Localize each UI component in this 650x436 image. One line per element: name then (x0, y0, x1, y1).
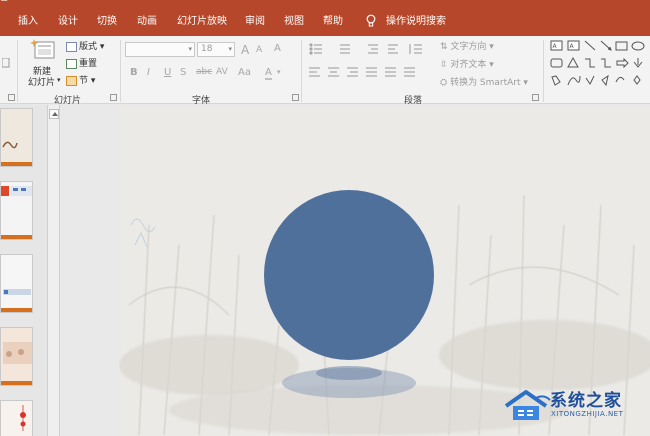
ribbon-home: 新建 幻灯片 ▾ 版式 ▾ 重置 节 ▾ 幻灯片 ▾ 18 ▾ A A A B … (0, 36, 650, 106)
slide-canvas[interactable]: 系统之家 XITONGZHIJIA.NET (119, 105, 650, 436)
new-slide-button[interactable]: 新建 幻灯片 ▾ (28, 38, 61, 90)
layout-button[interactable]: 版式 ▾ (66, 39, 104, 52)
slide-thumbnail-content (1, 401, 32, 436)
slide-thumbnail-3[interactable] (0, 254, 33, 313)
align-text-label: 对齐文本 (450, 60, 487, 70)
underline-button[interactable]: U (164, 67, 171, 78)
watermark-main-text: 系统之家 (550, 391, 622, 411)
grow-font-button[interactable]: A (241, 43, 249, 57)
paragraph-launcher[interactable] (532, 94, 539, 101)
slide-thumbnail-content (1, 109, 32, 166)
align-text-button[interactable]: ⇳ 对齐文本 ▾ (440, 57, 494, 70)
ribbon-tab-bar: ≡ 插入 设计 切换 动画 幻灯片放映 审阅 视图 帮助 操作说明搜索 (0, 0, 650, 36)
powerpoint-window: ≡ 插入 设计 切换 动画 幻灯片放映 审阅 视图 帮助 操作说明搜索 (0, 0, 650, 436)
new-slide-icon (30, 39, 55, 59)
shadow-button[interactable]: S (180, 67, 186, 78)
separator (301, 40, 302, 102)
text-direction-label: 文字方向 (450, 42, 487, 52)
font-size-combo[interactable]: 18 ▾ (197, 42, 235, 57)
smartart-label: 转换为 SmartArt (450, 78, 521, 88)
separator (543, 40, 544, 102)
clipboard-launcher[interactable] (8, 94, 15, 101)
font-color-button[interactable]: A (265, 67, 272, 80)
tab-transitions[interactable]: 切换 (97, 13, 117, 31)
chevron-down-icon: ▾ (57, 76, 61, 84)
chevron-down-icon: ▾ (188, 45, 192, 53)
align-text-icon: ⇳ (440, 60, 451, 70)
tab-slideshow[interactable]: 幻灯片放映 (177, 13, 227, 31)
slide-thumbnail-content (1, 328, 32, 385)
separator (17, 40, 18, 102)
tab-help[interactable]: 帮助 (323, 13, 343, 31)
smartart-icon: ⛭ (440, 78, 451, 88)
watermark-logo: 系统之家 XITONGZHIJIA.NET (500, 384, 640, 424)
house-logo-icon (504, 390, 551, 420)
tab-animations[interactable]: 动画 (137, 13, 157, 31)
clear-format-button[interactable]: A (274, 43, 281, 54)
slides-launcher[interactable] (110, 94, 117, 101)
title-fragment: ≡ (0, 0, 8, 5)
tab-view[interactable]: 视图 (284, 13, 304, 31)
layout-label: 版式 (79, 42, 98, 52)
char-spacing-button[interactable]: AV (216, 67, 228, 77)
strikethrough-button[interactable]: abc (196, 67, 212, 77)
shapes-gallery[interactable]: A A (550, 40, 648, 90)
section-label: 节 (79, 76, 89, 86)
slide-thumbnail-pane (0, 105, 48, 436)
lightbulb-icon (366, 14, 376, 27)
chevron-down-icon: ▾ (228, 45, 232, 53)
thumbnail-scrollbar[interactable] (48, 105, 60, 436)
tell-me-search[interactable]: 操作说明搜索 (386, 13, 446, 31)
blue-circle-shape[interactable] (264, 190, 434, 360)
shrink-font-button[interactable]: A (256, 45, 262, 55)
text-direction-icon: ⇅ (440, 42, 451, 52)
clipboard-fragment-icon[interactable] (2, 58, 10, 68)
slide-thumbnail-4[interactable] (0, 327, 33, 386)
new-slide-label-2: 幻灯片 (28, 78, 56, 88)
slide-thumbnail-1[interactable] (0, 108, 33, 167)
tab-insert[interactable]: 插入 (18, 13, 38, 31)
section-icon (66, 75, 77, 86)
slide-thumbnail-5[interactable] (0, 400, 33, 436)
chevron-down-icon[interactable]: ▾ (277, 68, 281, 76)
slide-thumbnail-content (1, 255, 32, 312)
italic-button[interactable]: I (147, 67, 150, 78)
font-size-value: 18 (201, 44, 213, 54)
list-indent-icons[interactable] (308, 41, 428, 57)
contact-shadow[interactable] (316, 366, 382, 380)
text-direction-button[interactable]: ⇅ 文字方向 ▾ (440, 39, 494, 52)
font-launcher[interactable] (292, 94, 299, 101)
change-case-button[interactable]: Aa (238, 67, 251, 78)
scroll-up-icon[interactable] (49, 109, 59, 119)
separator (120, 40, 121, 102)
alignment-icons[interactable] (308, 66, 418, 80)
canvas-gutter (61, 105, 119, 436)
reset-label: 重置 (79, 59, 98, 69)
tab-design[interactable]: 设计 (58, 13, 78, 31)
reset-icon (66, 58, 77, 69)
section-button[interactable]: 节 ▾ (66, 73, 95, 86)
bold-button[interactable]: B (130, 67, 138, 78)
watermark-sub-text: XITONGZHIJIA.NET (551, 410, 624, 418)
slide-thumbnail-2[interactable] (0, 181, 33, 240)
slide-thumbnail-content (1, 182, 32, 239)
smartart-button[interactable]: ⛭ 转换为 SmartArt ▾ (440, 75, 528, 88)
tab-review[interactable]: 审阅 (245, 13, 265, 31)
font-name-combo[interactable]: ▾ (125, 42, 195, 57)
reset-button[interactable]: 重置 (66, 56, 97, 69)
layout-icon (66, 41, 77, 52)
